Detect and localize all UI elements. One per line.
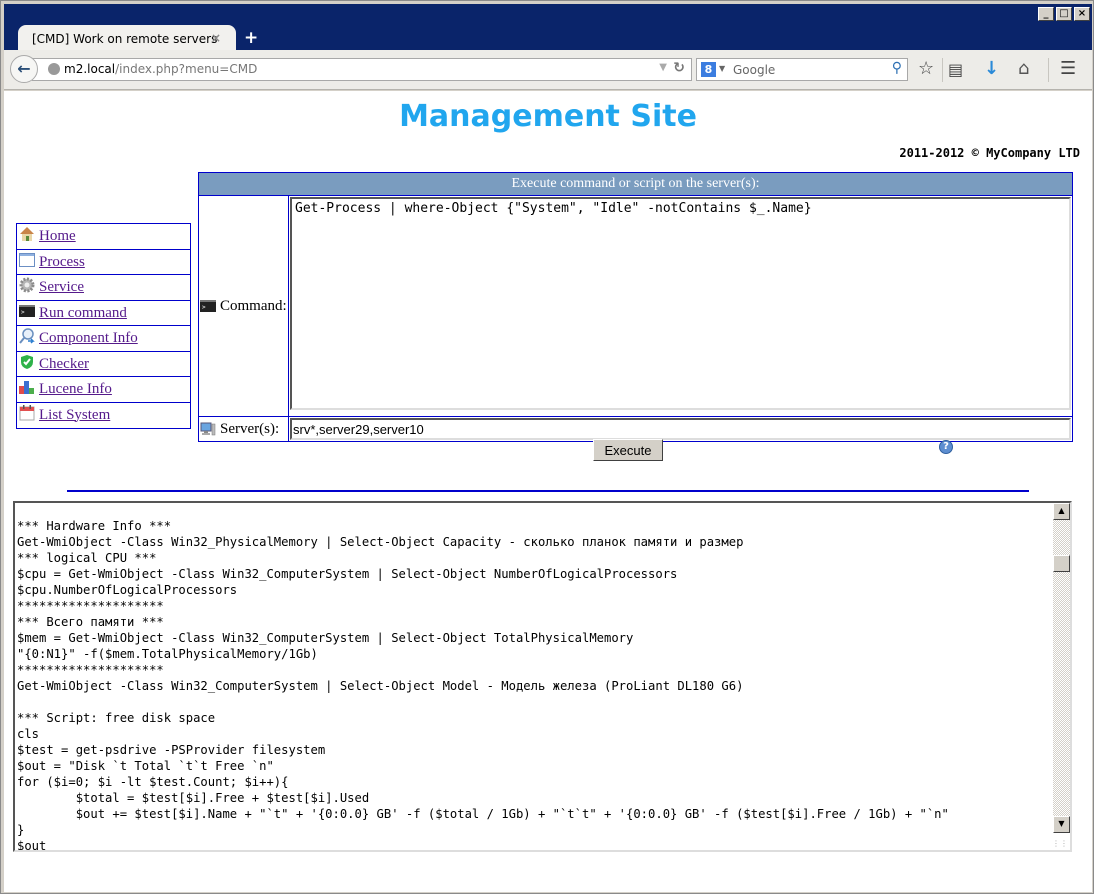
bookmarks-list-icon[interactable]: ▤ (948, 60, 963, 79)
calendar-icon (19, 404, 35, 421)
svg-text:>: > (202, 304, 206, 311)
toolbar-separator (942, 58, 943, 82)
sidebar-item-label[interactable]: Run command (39, 305, 127, 321)
sidebar-item-label[interactable]: List System (39, 407, 110, 423)
navigation-bar: ← m2.local/index.php?menu=CMD ▼ ↻ 8 ▼ Go… (4, 50, 1092, 90)
copyright: 2011-2012 © MyCompany LTD (899, 146, 1080, 160)
sidebar-item-checker[interactable]: Checker (17, 352, 190, 377)
tab-active[interactable]: [CMD] Work on remote servers × (18, 25, 236, 53)
tab-close-icon[interactable]: × (211, 31, 221, 45)
bar-chart-icon (19, 379, 35, 395)
sidebar-item-component-info[interactable]: Component Info (17, 326, 190, 352)
output-text: *** Hardware Info *** Get-WmiObject -Cla… (17, 519, 949, 850)
terminal-icon: > (200, 298, 216, 314)
close-window-button[interactable]: × (1074, 7, 1090, 21)
sidebar-item-label[interactable]: Home (39, 228, 76, 244)
url-bar[interactable]: m2.local/index.php?menu=CMD ▼ ↻ (32, 58, 692, 81)
sidebar-item-lucene-info[interactable]: Lucene Info (17, 377, 190, 403)
page-content: Management Site 2011-2012 © MyCompany LT… (4, 91, 1092, 892)
command-textarea[interactable]: Get-Process | where-Object {"System", "I… (290, 197, 1071, 410)
resize-grip-icon[interactable]: ⋮⋮ (1052, 839, 1068, 848)
sidebar-item-label[interactable]: Lucene Info (39, 381, 112, 397)
new-tab-button[interactable]: + (244, 28, 258, 48)
servers-label-cell: Server(s): (199, 417, 289, 441)
sidebar-item-run-command[interactable]: > Run command (17, 301, 190, 326)
servers-input[interactable] (290, 418, 1071, 440)
home-button-icon[interactable]: ⌂ (1018, 58, 1029, 79)
sidebar-item-label[interactable]: Service (39, 279, 84, 295)
toolbar-separator (1048, 58, 1049, 82)
globe-icon (48, 63, 60, 75)
magnifier-icon (19, 328, 35, 344)
command-row: > Command: Get-Process | where-Object {"… (199, 196, 1072, 417)
command-label-cell: > Command: (199, 196, 289, 416)
sidebar-item-process[interactable]: Process (17, 250, 190, 275)
terminal-icon: > (19, 303, 35, 319)
download-icon[interactable]: ↓ (984, 58, 999, 79)
reload-icon[interactable]: ↻ (673, 60, 685, 76)
menu-hamburger-icon[interactable]: ☰ (1060, 58, 1076, 79)
command-form: Execute command or script on the server(… (198, 172, 1073, 442)
computer-icon (200, 421, 216, 437)
back-button[interactable]: ← (10, 55, 38, 83)
horizontal-divider (67, 490, 1029, 492)
search-bar[interactable]: 8 ▼ Google ⚲ (696, 58, 908, 81)
browser-window: _ □ × [CMD] Work on remote servers × + ←… (0, 0, 1094, 894)
sidebar-item-label[interactable]: Checker (39, 356, 89, 372)
scroll-thumb[interactable] (1053, 555, 1070, 572)
window-icon (19, 252, 35, 268)
sidebar-menu: Home Process Service > Run command Compo… (16, 223, 191, 429)
url-dropdown-icon[interactable]: ▼ (659, 62, 667, 73)
url-path: /index.php?menu=CMD (115, 62, 258, 76)
sidebar-item-home[interactable]: Home (17, 224, 190, 250)
minimize-button[interactable]: _ (1038, 7, 1054, 21)
gear-icon (19, 277, 35, 293)
command-label: Command: (220, 297, 287, 314)
home-icon (19, 226, 35, 242)
sidebar-item-list-system[interactable]: List System (17, 403, 190, 429)
sidebar-item-label[interactable]: Component Info (39, 330, 138, 346)
back-arrow-icon: ← (17, 59, 31, 78)
search-engine-icon[interactable]: 8 (701, 62, 716, 77)
tab-title: [CMD] Work on remote servers (32, 32, 218, 46)
tab-strip: _ □ × [CMD] Work on remote servers × + (4, 4, 1092, 53)
maximize-button[interactable]: □ (1056, 7, 1072, 21)
bookmark-star-icon[interactable]: ☆ (918, 58, 934, 79)
search-icon[interactable]: ⚲ (892, 60, 902, 76)
servers-row: Server(s): (199, 417, 1072, 441)
svg-text:>: > (21, 309, 25, 316)
shield-check-icon (19, 354, 35, 370)
site-title: Management Site (399, 99, 697, 134)
search-engine-dropdown-icon[interactable]: ▼ (719, 64, 725, 73)
scroll-up-button[interactable]: ▲ (1053, 503, 1070, 520)
search-input[interactable]: Google (733, 63, 775, 77)
scroll-down-button[interactable]: ▼ (1053, 816, 1070, 833)
execute-button[interactable]: Execute (593, 439, 663, 461)
url-host: m2.local (64, 62, 116, 76)
output-textarea[interactable]: *** Hardware Info *** Get-WmiObject -Cla… (13, 501, 1072, 852)
sidebar-item-service[interactable]: Service (17, 275, 190, 301)
servers-label: Server(s): (220, 420, 280, 437)
sidebar-item-label[interactable]: Process (39, 254, 85, 270)
help-icon[interactable]: ? (939, 440, 953, 454)
command-form-header: Execute command or script on the server(… (199, 173, 1072, 196)
window-controls: _ □ × (1038, 7, 1090, 21)
output-scrollbar[interactable]: ▲ ▼ (1053, 503, 1070, 833)
